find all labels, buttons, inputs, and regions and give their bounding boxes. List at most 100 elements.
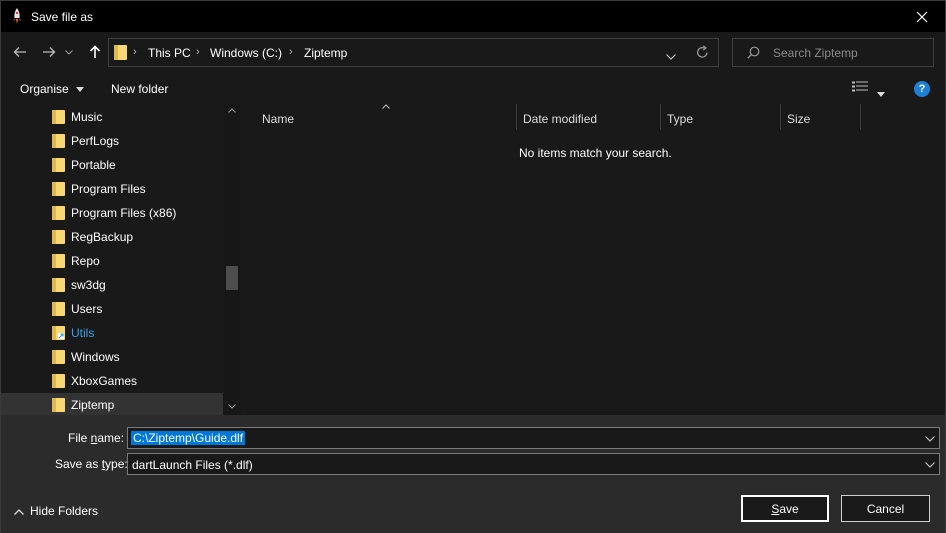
file-name-label: File name: <box>68 431 125 445</box>
folder-icon <box>52 110 65 124</box>
save-accelerator: S <box>771 501 780 516</box>
hide-folders-label: Hide Folders <box>30 504 99 518</box>
tree-item-program-files[interactable]: Program Files <box>1 177 223 201</box>
folder-icon <box>52 374 65 388</box>
close-icon <box>916 11 928 22</box>
breadcrumb-windows-c[interactable]: Windows (C:) <box>210 46 282 60</box>
tree-item-label: PerfLogs <box>71 134 120 148</box>
tree-item-program-files-x86[interactable]: Program Files (x86) <box>1 201 223 225</box>
chevron-down-icon[interactable] <box>925 436 935 442</box>
save-file-dialog: Save file as › This PC › Windows (C:) › … <box>0 0 946 533</box>
folder-tree: Music PerfLogs Portable Program Files Progra… <box>1 104 241 415</box>
refresh-button[interactable] <box>696 45 709 62</box>
column-header-name[interactable]: Name <box>256 104 516 130</box>
column-divider[interactable] <box>860 104 861 130</box>
tree-item-label: Windows <box>71 350 120 364</box>
address-bar[interactable]: › This PC › Windows (C:) › Ziptemp <box>108 38 719 67</box>
chevron-down-icon <box>65 49 73 55</box>
folder-icon <box>52 134 65 148</box>
tree-item-label: Program Files (x86) <box>71 206 177 220</box>
folder-icon <box>52 254 65 268</box>
column-header-date-modified[interactable]: Date modified <box>517 104 660 130</box>
cancel-button[interactable]: Cancel <box>841 495 930 522</box>
breadcrumb-separator: › <box>289 46 293 58</box>
breadcrumb-ziptemp[interactable]: Ziptemp <box>304 46 347 60</box>
organise-label: Organise <box>20 82 69 96</box>
command-bar: Organise New folder ? <box>1 72 945 104</box>
tree-item-label: Utils <box>71 326 95 340</box>
column-header-size[interactable]: Size <box>781 104 860 130</box>
new-folder-button[interactable]: New folder <box>111 82 168 96</box>
chevron-down-icon[interactable] <box>925 462 935 468</box>
breadcrumb-this-pc[interactable]: This PC <box>148 46 191 60</box>
breadcrumb-separator: › <box>133 46 137 58</box>
file-name-value: C:\Ziptemp\Guide.dlf <box>131 431 246 445</box>
folder-icon <box>52 182 65 196</box>
tree-item-repo[interactable]: Repo <box>1 249 223 273</box>
tree-item-perflogs[interactable]: PerfLogs <box>1 129 223 153</box>
address-dropdown-button[interactable] <box>666 49 676 63</box>
tree-item-users[interactable]: Users <box>1 297 223 321</box>
forward-button[interactable] <box>39 42 59 62</box>
tree-item-xboxgames[interactable]: XboxGames <box>1 369 223 393</box>
tree-item-label: Program Files <box>71 182 146 196</box>
save-button[interactable]: Save <box>741 495 829 522</box>
tree-item-ziptemp[interactable]: Ziptemp <box>1 393 223 415</box>
arrow-left-icon <box>13 47 26 57</box>
back-button[interactable] <box>10 42 30 62</box>
tree-item-label: XboxGames <box>71 374 138 388</box>
close-button[interactable] <box>899 1 945 32</box>
column-header-type[interactable]: Type <box>661 104 780 130</box>
navigation-bar: › This PC › Windows (C:) › Ziptemp Searc… <box>1 32 945 72</box>
arrow-right-icon <box>43 47 56 57</box>
caret-down-icon <box>877 92 885 97</box>
view-dropdown-button[interactable] <box>877 86 885 100</box>
up-button[interactable] <box>85 42 105 62</box>
scroll-down-icon[interactable] <box>228 404 236 409</box>
chevron-down-icon <box>666 54 676 60</box>
search-placeholder: Search Ziptemp <box>773 46 858 60</box>
title-bar: Save file as <box>1 1 945 32</box>
folder-icon <box>52 278 65 292</box>
breadcrumb-separator: › <box>196 46 200 58</box>
folder-shortcut-icon <box>52 326 65 340</box>
folder-icon <box>52 398 65 412</box>
recent-locations-button[interactable] <box>63 42 75 62</box>
refresh-icon <box>697 45 708 58</box>
save-options-panel: File name: C:\Ziptemp\Guide.dlf Save as … <box>1 415 945 533</box>
folder-icon <box>52 158 65 172</box>
tree-item-label: RegBackup <box>71 230 134 244</box>
help-button[interactable]: ? <box>914 81 930 97</box>
tree-item-label: Ziptemp <box>71 398 115 412</box>
organise-button[interactable]: Organise <box>20 82 85 96</box>
caret-down-icon <box>76 87 85 93</box>
details-view-icon <box>852 81 868 92</box>
tree-item-label: Users <box>71 302 103 316</box>
tree-item-label: Repo <box>71 254 100 268</box>
tree-item-sw3dg[interactable]: sw3dg <box>1 273 223 297</box>
search-icon <box>747 46 760 59</box>
folder-icon <box>52 206 65 220</box>
search-box[interactable]: Search Ziptemp <box>732 38 934 67</box>
folder-icon <box>52 230 65 244</box>
save-as-type-select[interactable]: dartLaunch Files (*.dlf) <box>127 453 940 475</box>
save-as-type-value: dartLaunch Files (*.dlf) <box>132 458 253 472</box>
tree-item-windows[interactable]: Windows <box>1 345 223 369</box>
folder-icon <box>52 302 65 316</box>
file-list: Name Date modified Type Size No items ma… <box>245 104 945 415</box>
tree-item-music[interactable]: Music <box>1 105 223 129</box>
tree-item-regbackup[interactable]: RegBackup <box>1 225 223 249</box>
tree-item-label: Music <box>71 110 103 124</box>
view-options-button[interactable] <box>852 81 868 96</box>
tree-scrollbar[interactable] <box>223 104 241 415</box>
save-as-type-label: Save as type: <box>55 457 128 471</box>
tree-item-utils[interactable]: Utils <box>1 321 223 345</box>
hide-folders-button[interactable]: Hide Folders <box>14 504 98 518</box>
folder-icon <box>52 350 65 364</box>
tree-scroll-thumb[interactable] <box>226 266 238 290</box>
arrow-up-icon <box>89 45 101 58</box>
help-icon: ? <box>918 83 926 95</box>
tree-item-portable[interactable]: Portable <box>1 153 223 177</box>
scroll-up-icon[interactable] <box>228 108 236 113</box>
file-name-input[interactable]: C:\Ziptemp\Guide.dlf <box>127 427 940 449</box>
